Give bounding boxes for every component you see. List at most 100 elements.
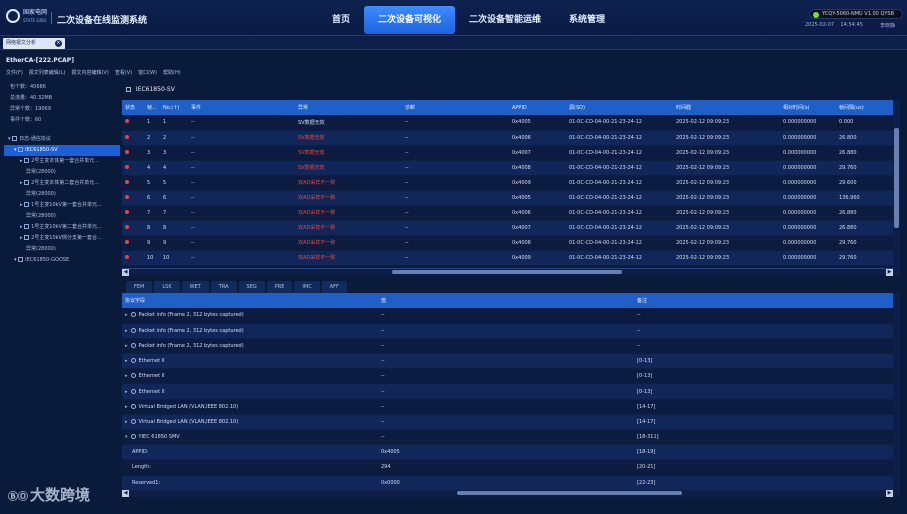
protocol-row[interactable]: Length: 294 [20-21] [122, 459, 893, 476]
protocol-row[interactable]: ▸ Ethernet II -- [0-13] [122, 383, 893, 400]
nav-system[interactable]: 系统管理 [555, 6, 619, 34]
col-field[interactable]: 协议字段 [122, 293, 378, 308]
table-row[interactable]: 2 2 -- SV数据无效 -- 0x4006 01-0C-CD-04-00-21-23-2… [122, 130, 893, 146]
col-remark[interactable]: 备注 [634, 293, 893, 308]
scroll-right-icon[interactable]: ▶ [886, 490, 893, 497]
protocol-row[interactable]: ▸ Virtual Bridged LAN (VLAN,IEEE 802.10) -… [122, 414, 893, 431]
protocol-tab[interactable]: SEG [238, 281, 265, 293]
protocol-row[interactable]: ▸ Ethernet II -- [0-13] [122, 368, 893, 385]
table-row[interactable]: 1 1 -- SV数据无效 -- 0x4005 01-0C-CD-04-00-21-23-2… [122, 115, 893, 131]
column-header[interactable]: 事件 [188, 100, 295, 115]
table-cell: -- [402, 235, 509, 251]
scroll-left-icon[interactable]: ◀ [122, 269, 129, 276]
col-value[interactable]: 值 [378, 293, 634, 308]
table-row[interactable]: 5 5 -- 双AD采样不一致 -- 0x4009 01-0C-CD-04-00-21-23… [122, 175, 893, 191]
protocol-row[interactable]: ▸ Packet info (Frame 2, 312 bytes capture… [122, 308, 893, 324]
protocol-icon [130, 342, 136, 348]
table-cell: 2025-02-12 09:09:23 [673, 160, 780, 176]
scroll-thumb[interactable] [392, 270, 622, 274]
column-header[interactable]: 诊断 [402, 100, 509, 115]
close-icon[interactable]: × [55, 40, 62, 47]
protocol-row[interactable]: ▸ Packet info (Frame 2, 312 bytes capture… [122, 323, 893, 339]
nav-ops[interactable]: 二次设备智能运维 [455, 6, 555, 34]
expand-icon[interactable]: ▸ [125, 312, 128, 318]
scroll-right-icon[interactable]: ▶ [886, 269, 893, 276]
nav-home[interactable]: 首页 [318, 6, 364, 34]
column-header[interactable]: 异常 [295, 100, 402, 115]
expand-icon[interactable]: ▸ [125, 373, 128, 379]
protocol-tab[interactable]: LSK [154, 281, 180, 293]
tab-network-analysis[interactable]: 网络报文分析 × [3, 38, 65, 49]
tree-node[interactable]: ▸ 2号主变本体第二套合并单元... [4, 178, 120, 189]
tree-node[interactable]: 异常(28000) [4, 211, 120, 222]
expand-icon[interactable]: ▸ [125, 328, 128, 334]
protocol-row[interactable]: ▸ Packet info (Frame 2, 312 bytes capture… [122, 338, 893, 355]
field-label: Reserved1: [132, 479, 161, 486]
column-header[interactable]: 状态 [122, 100, 144, 115]
table-cell: 8 [160, 220, 188, 236]
protocol-vertical-scrollbar[interactable] [893, 293, 900, 497]
scroll-thumb[interactable] [457, 491, 682, 495]
tree-node[interactable]: ▸ 1号主变10kV第二套合并单元... [4, 222, 120, 233]
scroll-thumb[interactable] [894, 128, 899, 228]
expand-icon[interactable]: ▸ [125, 343, 128, 349]
grid-vertical-scrollbar[interactable] [893, 100, 900, 275]
expand-icon[interactable]: ▸ [125, 389, 128, 395]
table-row[interactable]: 4 4 -- SV数据无效 -- 0x4008 01-0C-CD-04-00-21-23-2… [122, 160, 893, 176]
table-row[interactable]: 8 8 -- 双AD采样不一致 -- 0x4007 01-0C-CD-04-00-21-23… [122, 220, 893, 236]
grid-header-row: 状态 帧... No.(↑) 事件 异常 诊断 APPID 源(SD) 时间戳 相对时间(s) 帧间… [122, 100, 893, 115]
protocol-horizontal-scrollbar[interactable]: ◀ ▶ [122, 490, 893, 497]
protocol-icon [130, 418, 136, 424]
tree-node[interactable]: ▾ IEC61850-SV [4, 145, 120, 156]
grid-horizontal-scrollbar[interactable]: ◀ ▶ [122, 268, 893, 276]
menu-help[interactable]: 帮助(H) [163, 69, 181, 76]
table-row[interactable]: 3 3 -- SV数据无效 -- 0x4007 01-0C-CD-04-00-21-23-2… [122, 145, 893, 161]
tree-node[interactable]: 异常(28000) [4, 244, 120, 255]
user-name[interactable]: 李晓静 [880, 22, 895, 29]
tree-node[interactable]: ▸ 2号主变本体第一套合并单元... [4, 156, 120, 167]
tree-node[interactable]: ▸ 1号主变10kV第一套合并单元... [4, 200, 120, 211]
protocol-row[interactable]: ▸ Ethernet II -- [0-13] [122, 353, 893, 370]
expand-icon[interactable]: ▸ [125, 404, 128, 410]
protocol-tab[interactable]: AFF [321, 281, 347, 293]
protocol-tab[interactable]: FEM [126, 281, 153, 293]
datetime: 2025-02-07 14:54:45 [805, 22, 863, 28]
table-row[interactable]: 6 6 -- 双AD采样不一致 -- 0x4005 01-0C-CD-04-00-21-23… [122, 190, 893, 206]
menu-file[interactable]: 文件(F) [6, 69, 23, 76]
protocol-row[interactable]: ▾ YIEC 61850 SMV -- [18-311] [122, 429, 893, 446]
menu-window[interactable]: 窗口(W) [138, 69, 157, 76]
tree-node[interactable]: ▸ 2号主变10kV侧分支第一套合... [4, 233, 120, 244]
table-row[interactable]: 9 9 -- 双AD采样不一致 -- 0x4008 01-0C-CD-04-00-21-23… [122, 235, 893, 251]
column-header[interactable]: 帧间隔(us) [836, 100, 893, 115]
protocol-row[interactable]: Reserved1: 0x0000 [22-23] [122, 475, 893, 490]
scroll-left-icon[interactable]: ◀ [122, 490, 129, 497]
menu-content-edit[interactable]: 报文内容编辑(V) [71, 69, 108, 76]
column-header[interactable]: 时间戳 [673, 100, 780, 115]
menu-view[interactable]: 查看(V) [115, 69, 132, 76]
protocol-row[interactable]: ▸ Virtual Bridged LAN (VLAN,IEEE 802.10) -… [122, 399, 893, 415]
field-cell: ▸ Virtual Bridged LAN (VLAN,IEEE 802.10) [122, 414, 378, 431]
expand-icon[interactable]: ▸ [125, 419, 128, 425]
tree-node[interactable]: ▾ 日志-通信协议 [4, 134, 120, 145]
protocol-tab[interactable]: WET [181, 281, 209, 293]
column-header[interactable]: 相对时间(s) [780, 100, 836, 115]
protocol-tab[interactable]: IMC [294, 281, 320, 293]
tree-node[interactable]: ▾ IEC61850-GOOSE [4, 255, 120, 266]
table-cell: -- [402, 115, 509, 131]
expand-icon[interactable]: ▾ [125, 434, 128, 440]
nav-visualization[interactable]: 二次设备可视化 [364, 6, 456, 34]
column-header[interactable]: 源(SD) [566, 100, 673, 115]
column-header[interactable]: 帧... [144, 100, 160, 115]
column-header[interactable]: APPID [509, 100, 566, 115]
protocol-row[interactable]: APPID: 0x4005 [18-19] [122, 444, 893, 461]
protocol-tab[interactable]: TRA [210, 281, 237, 293]
tree-node[interactable]: 异常(28000) [4, 189, 120, 200]
expand-icon[interactable]: ▸ [125, 358, 128, 364]
column-header[interactable]: No.(↑) [160, 100, 188, 115]
protocol-tab[interactable]: PRE [266, 281, 293, 293]
field-cell: ▸ Packet info (Frame 2, 312 bytes capture… [122, 308, 378, 324]
tree-node[interactable]: 异常(28000) [4, 167, 120, 178]
menu-list-edit[interactable]: 报文列表编辑(L) [29, 69, 66, 76]
table-row[interactable]: 7 7 -- 双AD采样不一致 -- 0x4006 01-0C-CD-04-00-21-23… [122, 205, 893, 221]
table-row[interactable]: 10 10 -- 双AD采样不一致 -- 0x4009 01-0C-CD-04-00-21-… [122, 250, 893, 266]
